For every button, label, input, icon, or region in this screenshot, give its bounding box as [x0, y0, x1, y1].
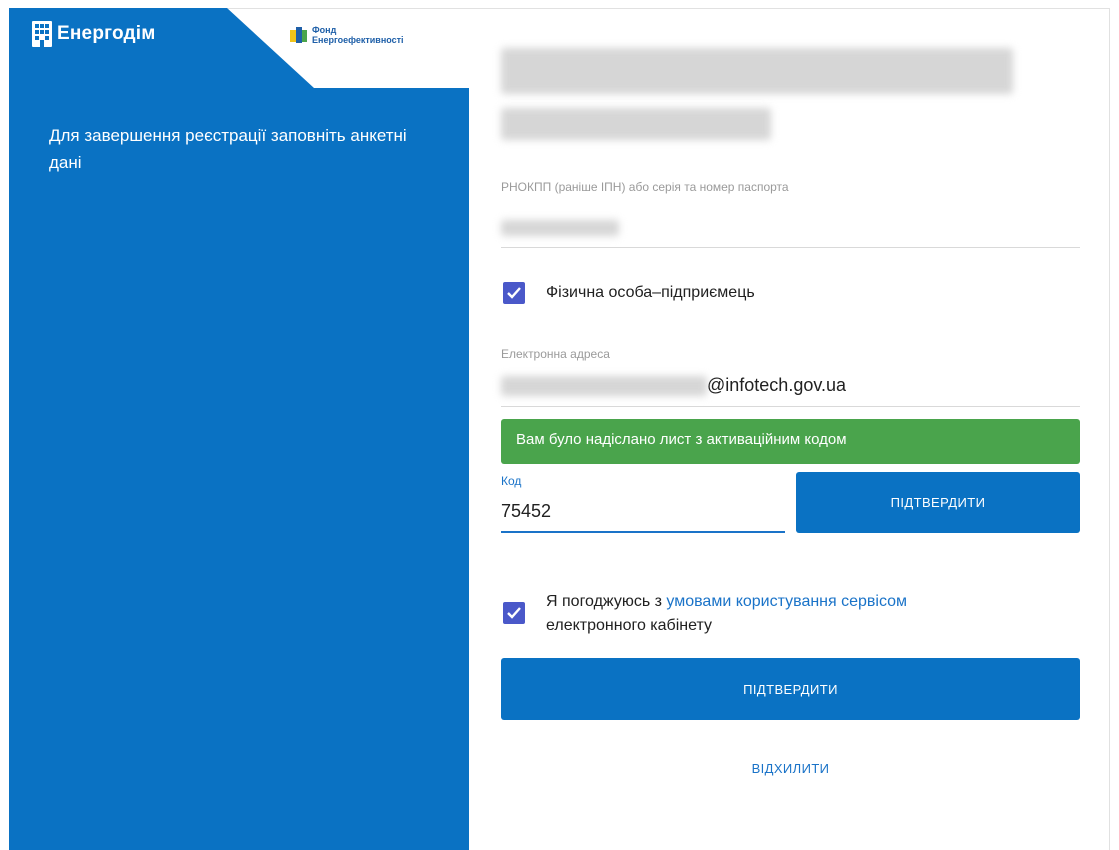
code-label: Код: [501, 474, 522, 488]
fund-logo: Фонд Енергоефективності: [290, 25, 404, 45]
check-icon: [507, 607, 521, 619]
confirm-code-button[interactable]: ПІДТВЕРДИТИ: [796, 472, 1080, 533]
brand-logo: Енергодім: [31, 20, 156, 48]
email-domain: @infotech.gov.ua: [707, 375, 847, 395]
fund-name: Фонд Енергоефективності: [312, 25, 404, 45]
fund-emblem-icon: [290, 27, 307, 43]
email-underline: [501, 406, 1080, 407]
left-panel: Енергодім Фонд Енергоефективності Для за…: [9, 8, 469, 850]
intro-text: Для завершення реєстрації заповніть анке…: [49, 126, 407, 172]
tax-id-input[interactable]: [501, 220, 619, 236]
terms-checkbox[interactable]: [503, 602, 525, 624]
decline-button[interactable]: ВІДХИЛИТИ: [501, 748, 1080, 788]
entrepreneur-checkbox[interactable]: [503, 282, 525, 304]
redacted-name-line2: [501, 108, 771, 140]
brand-name: Енергодім: [57, 23, 156, 44]
entrepreneur-label: Фізична особа–підприємець: [546, 284, 755, 301]
email-label: Електронна адреса: [501, 347, 610, 361]
code-underline: [501, 531, 785, 533]
terms-label: Я погоджуюсь з умовами користування серв…: [546, 593, 908, 634]
building-icon: [32, 21, 52, 47]
email-local-part[interactable]: [501, 376, 707, 396]
check-icon: [507, 287, 521, 299]
tax-id-underline: [501, 247, 1080, 248]
tax-id-label: РНОКПП (раніше ІПН) або серія та номер п…: [501, 180, 789, 194]
redacted-name: [501, 48, 1013, 94]
submit-button[interactable]: ПІДТВЕРДИТИ: [501, 658, 1080, 720]
terms-link[interactable]: умовами користування сервісом: [666, 593, 907, 610]
activation-alert: Вам було надіслано лист з активаційним к…: [501, 419, 1080, 464]
code-input[interactable]: 75452: [501, 501, 551, 522]
